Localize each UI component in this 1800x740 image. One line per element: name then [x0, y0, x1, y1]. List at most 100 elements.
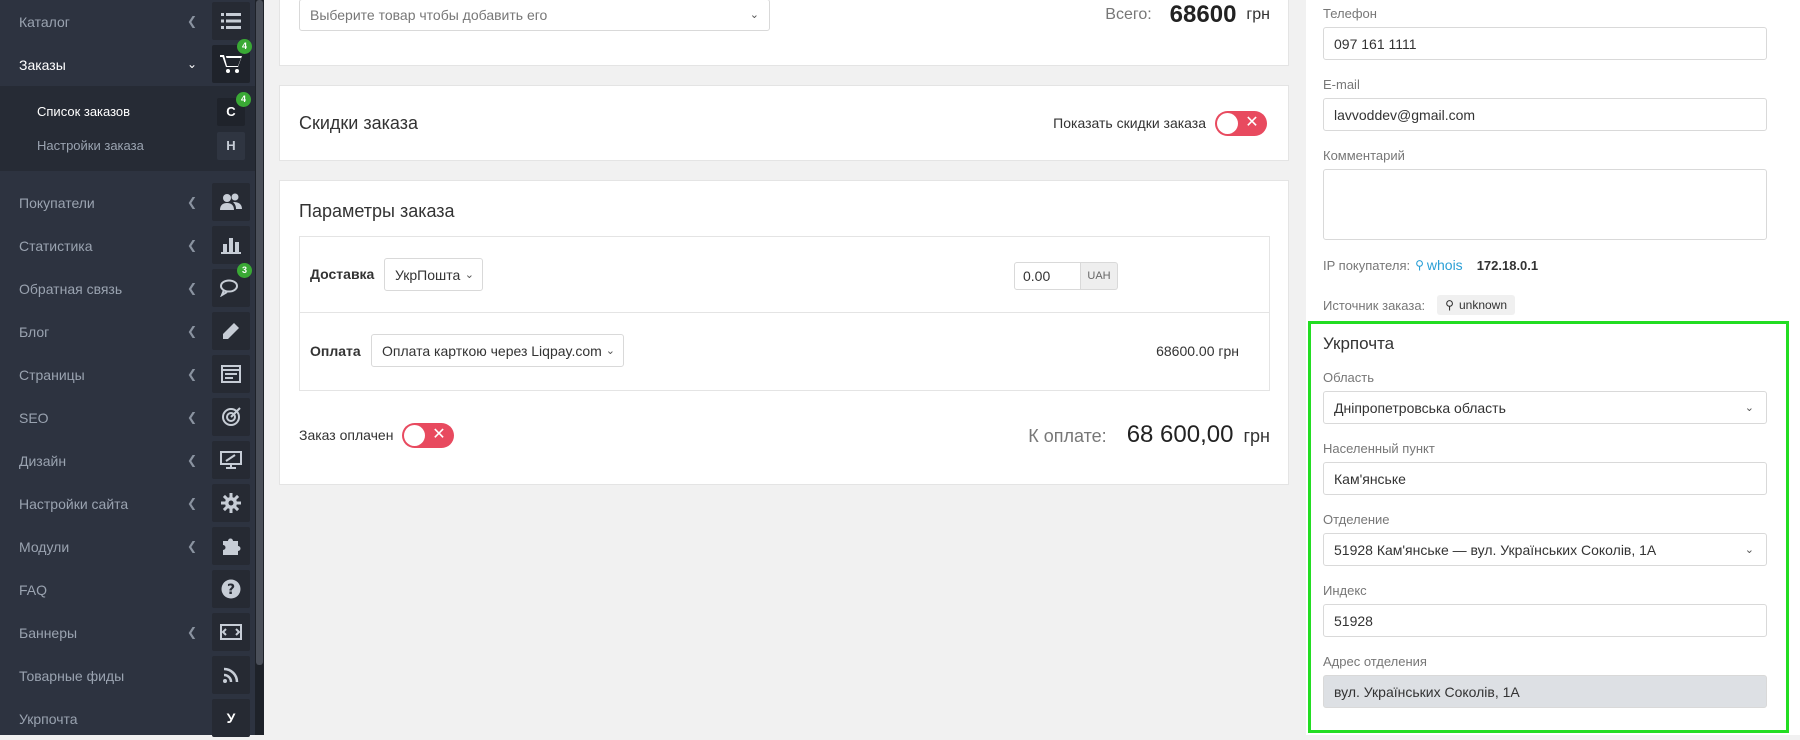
toggle-knob [1217, 113, 1238, 134]
question-icon: ? [212, 570, 250, 608]
phone-label: Телефон [1323, 6, 1377, 21]
letter-h-icon: Н [217, 132, 245, 160]
ukrposhta-highlight [1308, 321, 1789, 733]
banner-icon [212, 613, 250, 651]
source-label: Источник заказа: [1323, 297, 1426, 313]
chevron-left-icon: ❮ [186, 625, 198, 639]
product-select[interactable]: Выберите товар чтобы добавить его ⌄ [299, 0, 770, 31]
chevron-left-icon: ❮ [186, 496, 198, 510]
monitor-brush-icon [212, 441, 250, 479]
sidebar-item-faq[interactable]: FAQ ? [0, 568, 255, 611]
submenu-item-label: Список заказов [37, 104, 131, 119]
phone-field[interactable]: 097 161 1111 [1323, 27, 1767, 60]
pages-icon [212, 355, 250, 393]
sidebar-item-pages[interactable]: Страницы ❮ [0, 353, 255, 396]
sidebar-item-label: Страницы [19, 366, 85, 383]
comment-label: Комментарий [1323, 148, 1405, 163]
source-badge: ⚲ unknown [1437, 295, 1516, 315]
puzzle-icon [212, 527, 250, 565]
users-icon [212, 183, 250, 221]
sidebar-item-label: Обратная связь [19, 280, 123, 297]
gear-icon [212, 484, 250, 522]
order-list-badge: 4 [236, 92, 251, 107]
sidebar: Каталог ❮ Заказы ⌄ 4 Список заказов С 4 … [0, 0, 255, 737]
chevron-left-icon: ❮ [186, 14, 198, 28]
sidebar-scrollbar[interactable] [255, 0, 264, 735]
payment-method-select[interactable]: Оплата карткою через Liqpay.com ⌄ [371, 334, 624, 367]
delivery-currency-addon: UAH [1081, 262, 1118, 290]
map-pin-icon: ⚲ [1445, 298, 1454, 312]
sidebar-item-label: SEO [19, 409, 49, 426]
sidebar-item-catalog[interactable]: Каталог ❮ [0, 0, 255, 43]
sidebar-item-seo[interactable]: SEO ❮ [0, 396, 255, 439]
delivery-label: Доставка [310, 266, 375, 282]
chevron-left-icon: ❮ [186, 324, 198, 338]
order-paid-toggle[interactable]: ✕ [402, 423, 454, 448]
sidebar-item-label: Укрпочта [19, 710, 78, 727]
delivery-method-value: УкрПошта [395, 266, 461, 283]
show-discounts-label: Показать скидки заказа [1053, 115, 1206, 131]
orders-badge: 4 [237, 39, 252, 54]
to-pay-value: 68 600,00 [1126, 421, 1234, 448]
email-field[interactable]: lavvoddev@gmail.com [1323, 98, 1767, 131]
chevron-left-icon: ❮ [186, 367, 198, 381]
feedback-badge: 3 [237, 263, 252, 278]
sidebar-item-label: Дизайн [19, 452, 67, 469]
chevron-down-icon: ⌄ [605, 344, 615, 357]
total-currency: грн [1246, 6, 1270, 23]
sidebar-item-label: Заказы [19, 56, 66, 73]
comment-field[interactable] [1323, 169, 1767, 240]
chevron-down-icon: ⌄ [464, 268, 474, 281]
pencil-icon [212, 312, 250, 350]
order-params-panel: Параметры заказа Доставка УкрПошта ⌄ 0.0… [279, 180, 1289, 485]
submenu-item-order-list[interactable]: Список заказов С 4 [0, 92, 255, 128]
show-discounts-toggle[interactable]: ✕ [1215, 111, 1267, 136]
sidebar-item-design[interactable]: Дизайн ❮ [0, 439, 255, 482]
letter-u-icon: У [212, 699, 250, 737]
cart-icon: 4 [212, 39, 252, 83]
ip-row: IP покупателя: ⚲ whois 172.18.0.1 [1323, 256, 1538, 274]
bar-chart-icon [212, 226, 250, 264]
chevron-left-icon: ❮ [186, 410, 198, 424]
sidebar-item-site-settings[interactable]: Настройки сайта ❮ [0, 482, 255, 525]
to-pay-total: К оплате: 68 600,00 грн [1028, 421, 1270, 449]
sidebar-item-modules[interactable]: Модули ❮ [0, 525, 255, 568]
whois-link[interactable]: whois [1427, 257, 1463, 273]
sidebar-item-statistics[interactable]: Статистика ❮ [0, 224, 255, 267]
product-select-placeholder: Выберите товар чтобы добавить его [310, 7, 548, 23]
chevron-left-icon: ❮ [186, 453, 198, 467]
sidebar-item-label: Блог [19, 323, 50, 340]
chevron-down-icon: ⌄ [186, 57, 198, 71]
rss-icon [212, 656, 250, 694]
total-label: Всего: [1105, 6, 1152, 23]
sidebar-item-label: Настройки сайта [19, 495, 129, 512]
sidebar-item-feedback[interactable]: Обратная связь ❮ 3 [0, 263, 255, 310]
chevron-left-icon: ❮ [186, 195, 198, 209]
submenu-item-order-settings[interactable]: Настройки заказа Н [0, 130, 255, 162]
chevron-left-icon: ❮ [186, 539, 198, 553]
products-total: Всего: 68600 грн [1105, 0, 1270, 31]
orders-submenu: Список заказов С 4 Настройки заказа Н [0, 86, 255, 171]
email-label: E-mail [1323, 77, 1360, 92]
scrollbar-thumb[interactable] [256, 0, 263, 665]
chevron-down-icon: ⌄ [749, 9, 759, 21]
ip-value: 172.18.0.1 [1476, 257, 1539, 273]
submenu-item-label: Настройки заказа [37, 138, 144, 153]
chevron-left-icon: ❮ [186, 281, 198, 295]
sidebar-item-product-feeds[interactable]: Товарные фиды [0, 654, 255, 697]
sidebar-item-blog[interactable]: Блог ❮ [0, 310, 255, 353]
order-params-title: Параметры заказа [299, 201, 455, 221]
sidebar-item-label: Статистика [19, 237, 93, 254]
sidebar-item-ukrposhta[interactable]: Укрпочта У [0, 697, 255, 740]
source-value: unknown [1458, 298, 1508, 312]
sidebar-item-orders[interactable]: Заказы ⌄ 4 [0, 39, 255, 86]
delivery-price-input[interactable]: 0.00 [1014, 262, 1081, 290]
delivery-method-select[interactable]: УкрПошта ⌄ [384, 258, 483, 291]
delivery-price-group: 0.00 UAH [1014, 262, 1118, 290]
to-pay-label: К оплате: [1028, 426, 1107, 446]
sidebar-item-banners[interactable]: Баннеры ❮ [0, 611, 255, 654]
payment-row: Оплата Оплата карткою через Liqpay.com ⌄… [300, 313, 1269, 390]
source-row: Источник заказа: ⚲ unknown [1323, 294, 1516, 316]
sidebar-item-customers[interactable]: Покупатели ❮ [0, 181, 255, 224]
sidebar-item-label: FAQ [19, 581, 48, 598]
